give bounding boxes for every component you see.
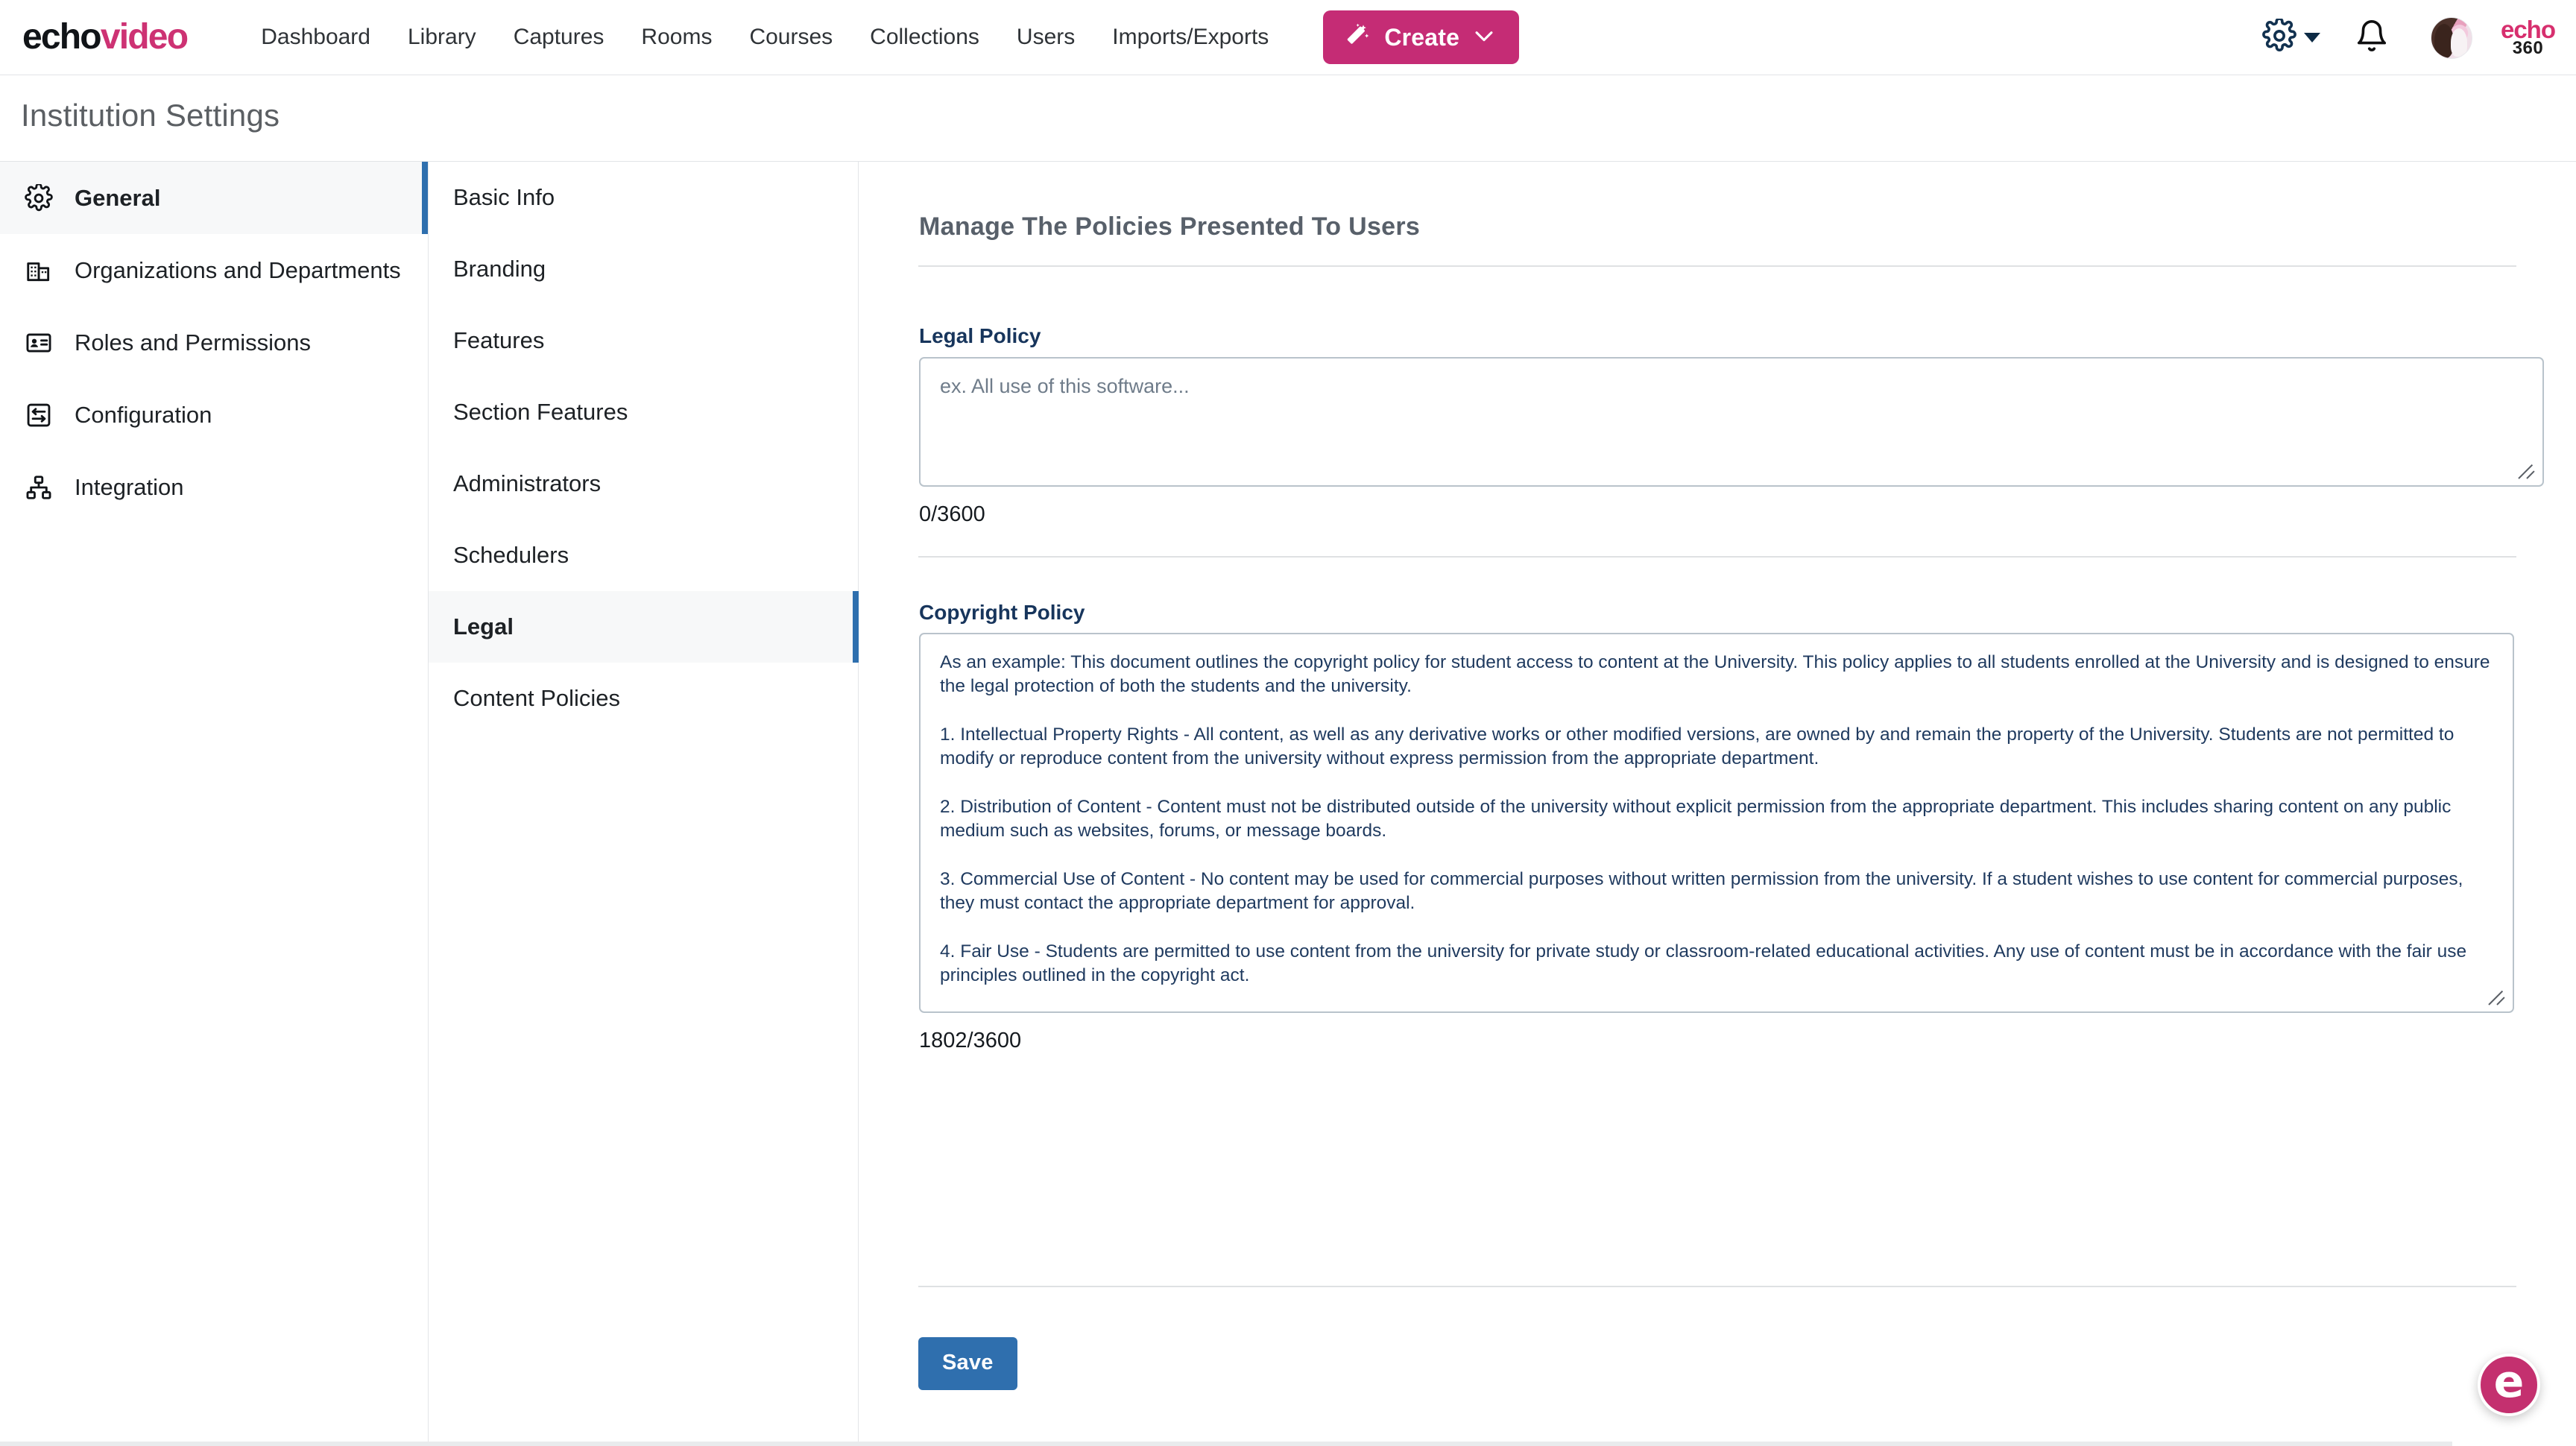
- nav-link-collections[interactable]: Collections: [851, 25, 998, 50]
- subnav-item-section-features[interactable]: Section Features: [429, 376, 858, 448]
- echo360-logo[interactable]: echo 360: [2500, 16, 2556, 57]
- gear-icon: [24, 183, 54, 213]
- settings-sidebar: General Organizations and Departments Ro…: [0, 162, 428, 1446]
- subnav-item-label: Basic Info: [453, 184, 555, 210]
- sidebar-item-label: General: [75, 184, 161, 211]
- logo-text-video: video: [100, 17, 189, 57]
- echo-e-icon: e: [2493, 1356, 2525, 1408]
- sidebar-item-label: Roles and Permissions: [75, 329, 312, 356]
- top-navigation-bar: echovideo Dashboard Library Captures Roo…: [0, 0, 2576, 75]
- page-title-bar: Institution Settings: [0, 75, 2576, 162]
- subnav-item-schedulers[interactable]: Schedulers: [429, 520, 858, 591]
- settings-subnav: Basic Info Branding Features Section Fea…: [428, 162, 859, 1446]
- subnav-item-label: Content Policies: [453, 685, 621, 711]
- sidebar-item-label: Configuration: [75, 401, 212, 428]
- sidebar-item-label: Integration: [75, 473, 184, 500]
- id-card-icon: [24, 328, 54, 358]
- create-button-label: Create: [1384, 23, 1460, 51]
- create-button[interactable]: Create: [1323, 10, 1520, 64]
- magic-wand-icon: [1342, 21, 1372, 54]
- settings-caret-down-icon: [2303, 33, 2320, 42]
- settings-menu-button[interactable]: [2253, 17, 2329, 57]
- sidebar-item-general[interactable]: General: [0, 162, 428, 234]
- legal-policy-character-counter: 0/3600: [919, 502, 985, 526]
- legal-policy-input[interactable]: [919, 357, 2544, 487]
- nav-link-users[interactable]: Users: [998, 25, 1093, 50]
- nav-link-rooms[interactable]: Rooms: [622, 25, 730, 50]
- subnav-item-features[interactable]: Features: [429, 305, 858, 376]
- subnav-item-basic-info[interactable]: Basic Info: [429, 162, 858, 233]
- divider-middle: [918, 556, 2516, 558]
- bell-icon: [2355, 20, 2389, 56]
- subnav-item-label: Features: [453, 327, 545, 353]
- divider-bottom: [918, 1286, 2516, 1287]
- sidebar-item-roles-and-permissions[interactable]: Roles and Permissions: [0, 306, 428, 379]
- nav-link-dashboard[interactable]: Dashboard: [242, 25, 389, 50]
- sidebar-item-integration[interactable]: Integration: [0, 451, 428, 523]
- nav-link-captures[interactable]: Captures: [495, 25, 623, 50]
- gear-icon: [2262, 17, 2296, 57]
- subnav-item-legal[interactable]: Legal: [429, 591, 859, 663]
- copyright-policy-input[interactable]: [919, 633, 2514, 1013]
- subnav-item-label: Section Features: [453, 399, 628, 425]
- page-title: Institution Settings: [21, 98, 280, 133]
- subnav-item-branding[interactable]: Branding: [429, 233, 858, 305]
- subnav-item-label: Schedulers: [453, 542, 569, 568]
- subnav-item-administrators[interactable]: Administrators: [429, 448, 858, 520]
- user-avatar[interactable]: [2430, 16, 2472, 59]
- echo-help-fab-button[interactable]: e: [2478, 1354, 2540, 1416]
- topnav-right-cluster: echo 360: [2253, 0, 2558, 75]
- copyright-policy-character-counter: 1802/3600: [919, 1029, 1022, 1052]
- echo360-logo-line1: echo: [2500, 16, 2556, 44]
- subnav-item-label: Administrators: [453, 470, 602, 496]
- echovideo-logo[interactable]: echovideo: [22, 17, 189, 57]
- section-heading: Manage The Policies Presented To Users: [919, 212, 1421, 241]
- subnav-item-label: Legal: [453, 613, 514, 640]
- sidebar-item-configuration[interactable]: Configuration: [0, 379, 428, 451]
- subnav-item-label: Branding: [453, 256, 546, 282]
- copyright-policy-label: Copyright Policy: [919, 601, 1085, 624]
- notifications-button[interactable]: [2329, 19, 2414, 57]
- sitemap-icon: [24, 473, 54, 502]
- sidebar-item-label: Organizations and Departments: [75, 256, 401, 283]
- chevron-down-icon: [1471, 23, 1497, 52]
- sidebar-item-organizations-and-departments[interactable]: Organizations and Departments: [0, 234, 428, 306]
- nav-link-library[interactable]: Library: [389, 25, 495, 50]
- nav-link-courses[interactable]: Courses: [730, 25, 851, 50]
- logo-text-echo: echo: [22, 17, 102, 57]
- main-content-panel: Manage The Policies Presented To Users L…: [859, 162, 2576, 1446]
- legal-policy-label: Legal Policy: [919, 324, 1041, 347]
- divider-top: [918, 265, 2516, 267]
- sliders-icon: [24, 400, 54, 430]
- nav-link-imports-exports[interactable]: Imports/Exports: [1093, 25, 1287, 50]
- horizontal-scrollbar[interactable]: [0, 1442, 2452, 1446]
- building-icon: [24, 256, 54, 285]
- subnav-item-content-policies[interactable]: Content Policies: [429, 663, 858, 734]
- save-button[interactable]: Save: [918, 1337, 1017, 1390]
- primary-nav-links: Dashboard Library Captures Rooms Courses…: [242, 25, 1287, 50]
